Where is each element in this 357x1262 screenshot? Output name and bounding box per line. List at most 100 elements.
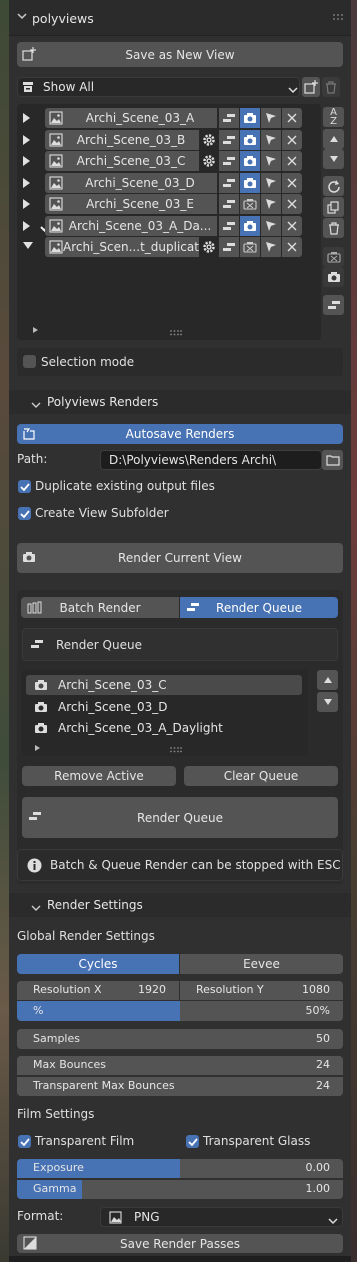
expand-arrow-icon[interactable] [23, 220, 30, 231]
view-row[interactable]: Archi_Scene_03_B [17, 129, 321, 150]
list-options-icon[interactable] [34, 741, 41, 755]
view-name-field[interactable]: Archi_Scene_03_E [45, 194, 217, 214]
view-name-field[interactable]: Archi_Scene_03_C [45, 151, 199, 171]
delete-view-button[interactable] [282, 172, 302, 193]
resize-handle-icon[interactable] [170, 325, 182, 339]
view-row[interactable]: Archi_Scene_03_A_Da... [17, 215, 321, 236]
view-subfolder-checkbox[interactable] [18, 507, 31, 520]
view-name-field[interactable]: Archi_Scene_03_D [45, 172, 217, 193]
sort-az-button[interactable]: AZ [323, 107, 344, 127]
queue-list-item[interactable]: Archi_Scene_03_A_Daylight [26, 718, 302, 738]
remove-active-button[interactable]: Remove Active [22, 766, 176, 786]
select-view-button[interactable] [261, 129, 281, 150]
view-row[interactable]: Archi_Scene_03_A [17, 108, 321, 128]
tab-batch-render[interactable]: Batch Render [21, 597, 179, 618]
delete-view-button[interactable] [282, 194, 302, 214]
enable-render-all-button[interactable] [323, 267, 344, 287]
drag-handle-icon[interactable] [332, 12, 344, 26]
select-view-button[interactable] [261, 194, 281, 214]
panel-header[interactable]: polyviews [9, 0, 351, 36]
render-toggle-button[interactable] [240, 215, 260, 236]
render-toggle-button[interactable] [240, 194, 260, 214]
resolution-percent-slider[interactable]: % 50% [17, 1001, 343, 1021]
view-row[interactable]: Archi_Scene_03_E [17, 194, 321, 214]
path-input[interactable]: D:\Polyviews\Renders Archi\ [100, 450, 322, 470]
add-to-queue-button[interactable] [323, 295, 344, 315]
render-toggle-button[interactable] [240, 237, 260, 257]
collapse-arrow-icon[interactable] [23, 242, 33, 249]
select-view-button[interactable] [261, 215, 281, 236]
expand-arrow-icon[interactable] [23, 156, 30, 166]
add-to-queue-button[interactable] [219, 172, 239, 193]
move-up-button[interactable] [323, 129, 344, 149]
queue-move-down-button[interactable] [317, 692, 338, 712]
duplicate-view-button[interactable] [323, 197, 344, 217]
clear-queue-button[interactable]: Clear Queue [184, 766, 338, 786]
add-to-queue-button[interactable] [219, 151, 239, 171]
transparent-film-checkbox[interactable] [18, 1135, 31, 1148]
add-to-queue-button[interactable] [219, 237, 239, 257]
view-filter-dropdown[interactable]: Show All [17, 77, 300, 97]
select-view-button[interactable] [261, 151, 281, 171]
engine-cycles-button[interactable]: Cycles [17, 954, 179, 974]
save-render-passes-button[interactable]: Save Render Passes [17, 1234, 343, 1253]
max-bounces-field[interactable]: Max Bounces 24 [17, 1056, 343, 1075]
expand-arrow-icon[interactable] [23, 113, 30, 123]
view-row[interactable]: Archi_Scen...t_duplicate [17, 237, 321, 257]
selection-mode-checkbox[interactable] [23, 355, 36, 368]
add-to-queue-button[interactable] [219, 215, 239, 236]
render-toggle-button[interactable] [240, 151, 260, 171]
add-filter-button[interactable] [302, 77, 320, 97]
engine-eevee-button[interactable]: Eevee [180, 954, 343, 974]
delete-view-button[interactable] [282, 129, 302, 150]
queue-list-item[interactable]: Archi_Scene_03_C [26, 675, 302, 695]
delete-view-button[interactable] [282, 151, 302, 171]
add-to-queue-button[interactable] [219, 108, 239, 128]
list-options-icon[interactable] [32, 323, 39, 337]
autosave-renders-toggle[interactable]: Autosave Renders [17, 424, 343, 444]
render-settings-header[interactable]: Render Settings [9, 893, 351, 917]
delete-view-button[interactable] [282, 215, 302, 236]
expand-arrow-icon[interactable] [23, 134, 30, 145]
samples-field[interactable]: Samples 50 [17, 1029, 343, 1049]
view-settings-button[interactable] [200, 129, 218, 150]
tab-render-queue[interactable]: Render Queue [180, 597, 338, 618]
refresh-button[interactable] [323, 176, 344, 196]
view-name-field[interactable]: Archi_Scene_03_B [45, 129, 199, 150]
view-settings-button[interactable] [200, 151, 218, 171]
gamma-slider[interactable]: Gamma 1.00 [17, 1180, 343, 1199]
select-view-button[interactable] [261, 108, 281, 128]
queue-move-up-button[interactable] [317, 670, 338, 690]
duplicate-files-checkbox[interactable] [18, 480, 31, 493]
disable-render-all-button[interactable] [323, 247, 344, 267]
view-row[interactable]: Archi_Scene_03_D [17, 172, 321, 193]
browse-folder-button[interactable] [322, 450, 343, 470]
select-view-button[interactable] [261, 172, 281, 193]
view-name-field[interactable]: Archi_Scene_03_A_Da... [45, 215, 217, 236]
renders-section-header[interactable]: Polyviews Renders [9, 390, 351, 414]
render-toggle-button[interactable] [240, 129, 260, 150]
delete-view-button[interactable] [282, 237, 302, 257]
view-settings-button[interactable] [200, 237, 218, 257]
exposure-slider[interactable]: Exposure 0.00 [17, 1159, 343, 1178]
view-name-field[interactable]: Archi_Scen...t_duplicate [45, 237, 199, 257]
add-to-queue-button[interactable] [219, 129, 239, 150]
delete-view-button[interactable] [323, 218, 344, 238]
queue-list-item[interactable]: Archi_Scene_03_D [26, 697, 302, 717]
expand-arrow-icon[interactable] [23, 199, 30, 209]
queue-subpanel-header[interactable]: Render Queue [22, 628, 338, 661]
transparent-bounces-field[interactable]: Transparent Max Bounces 24 [17, 1077, 343, 1096]
select-view-button[interactable] [261, 237, 281, 257]
render-toggle-button[interactable] [240, 172, 260, 193]
save-as-new-view-button[interactable]: Save as New View [17, 42, 343, 67]
view-name-field[interactable]: Archi_Scene_03_A [45, 108, 217, 128]
format-dropdown[interactable]: PNG [100, 1207, 343, 1227]
expand-arrow-icon[interactable] [23, 177, 30, 188]
render-current-view-button[interactable]: Render Current View [17, 543, 343, 573]
transparent-glass-checkbox[interactable] [186, 1135, 199, 1148]
resize-handle-icon[interactable] [170, 742, 182, 756]
add-to-queue-button[interactable] [219, 194, 239, 214]
delete-filter-button[interactable] [322, 77, 340, 97]
delete-view-button[interactable] [282, 108, 302, 128]
resolution-y-field[interactable]: Resolution Y 1080 [180, 981, 343, 1000]
